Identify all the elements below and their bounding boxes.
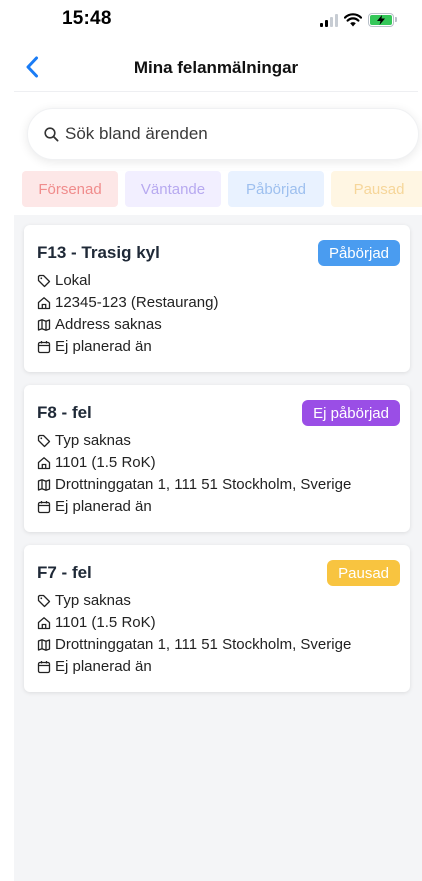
- map-icon: [37, 318, 51, 331]
- calendar-icon: [37, 500, 51, 513]
- report-unit: 12345-123 (Restaurang): [55, 294, 219, 311]
- filter-paborjad[interactable]: Påbörjad: [228, 171, 324, 207]
- nav-bar: Mina felanmälningar: [14, 44, 418, 92]
- search-icon: [44, 126, 59, 141]
- status-bar: 15:48: [0, 0, 422, 40]
- report-title: F8 - fel: [37, 403, 92, 422]
- report-type-row: Typ saknas: [37, 592, 131, 609]
- status-badge: Påbörjad: [317, 240, 400, 266]
- filter-forsenad[interactable]: Försenad: [22, 171, 118, 207]
- report-address-row: Address saknas: [37, 316, 162, 333]
- report-type: Typ saknas: [55, 592, 131, 609]
- report-schedule: Ej planerad än: [55, 658, 152, 675]
- report-type: Lokal: [55, 272, 91, 289]
- map-icon: [37, 478, 51, 491]
- tag-icon: [37, 594, 51, 607]
- calendar-icon: [37, 660, 51, 673]
- status-icons: [320, 12, 397, 28]
- filter-pausad[interactable]: Pausad: [331, 171, 422, 207]
- report-unit: 1101 (1.5 RoK): [55, 454, 156, 471]
- status-time: 15:48: [62, 8, 112, 29]
- calendar-icon: [37, 340, 51, 353]
- status-filters: Försenad Väntande Påbörjad Pausad: [22, 171, 422, 207]
- status-badge: Ej påbörjad: [302, 400, 400, 426]
- report-list: F13 - Trasig kyl Påbörjad Lokal 12345-12…: [14, 215, 422, 881]
- report-unit-row: 1101 (1.5 RoK): [37, 614, 156, 631]
- report-address: Drottninggatan 1, 111 51 Stockholm, Sver…: [55, 636, 352, 653]
- report-type: Typ saknas: [55, 432, 131, 449]
- tag-icon: [37, 434, 51, 447]
- home-icon: [37, 456, 51, 469]
- report-schedule: Ej planerad än: [55, 498, 152, 515]
- report-card[interactable]: F13 - Trasig kyl Påbörjad Lokal 12345-12…: [24, 225, 410, 372]
- search-box[interactable]: [27, 108, 419, 160]
- report-schedule: Ej planerad än: [55, 338, 152, 355]
- report-address-row: Drottninggatan 1, 111 51 Stockholm, Sver…: [37, 636, 351, 653]
- report-type-row: Typ saknas: [37, 432, 131, 449]
- report-unit-row: 12345-123 (Restaurang): [37, 294, 218, 311]
- search-input[interactable]: [65, 124, 395, 144]
- report-type-row: Lokal: [37, 272, 91, 289]
- filter-vantande[interactable]: Väntande: [125, 171, 221, 207]
- map-icon: [37, 638, 51, 651]
- report-card[interactable]: F8 - fel Ej påbörjad Typ saknas 1101 (1.…: [24, 385, 410, 532]
- home-icon: [37, 616, 51, 629]
- report-address: Address saknas: [55, 316, 162, 333]
- wifi-icon: [344, 13, 362, 27]
- home-icon: [37, 296, 51, 309]
- cellular-signal-icon: [320, 13, 338, 27]
- report-title: F7 - fel: [37, 563, 92, 582]
- page-title: Mina felanmälningar: [133, 58, 299, 77]
- report-address-row: Drottninggatan 1, 111 51 Stockholm, Sver…: [37, 476, 351, 493]
- report-title: F13 - Trasig kyl: [37, 243, 160, 262]
- tag-icon: [37, 274, 51, 287]
- report-address: Drottninggatan 1, 111 51 Stockholm, Sver…: [55, 476, 352, 493]
- report-unit: 1101 (1.5 RoK): [55, 614, 156, 631]
- battery-icon: [368, 13, 397, 27]
- status-badge: Pausad: [327, 560, 400, 586]
- report-card[interactable]: F7 - fel Pausad Typ saknas 1101 (1.5 RoK…: [24, 545, 410, 692]
- report-schedule-row: Ej planerad än: [37, 658, 152, 675]
- report-schedule-row: Ej planerad än: [37, 498, 152, 515]
- report-unit-row: 1101 (1.5 RoK): [37, 454, 156, 471]
- report-schedule-row: Ej planerad än: [37, 338, 152, 355]
